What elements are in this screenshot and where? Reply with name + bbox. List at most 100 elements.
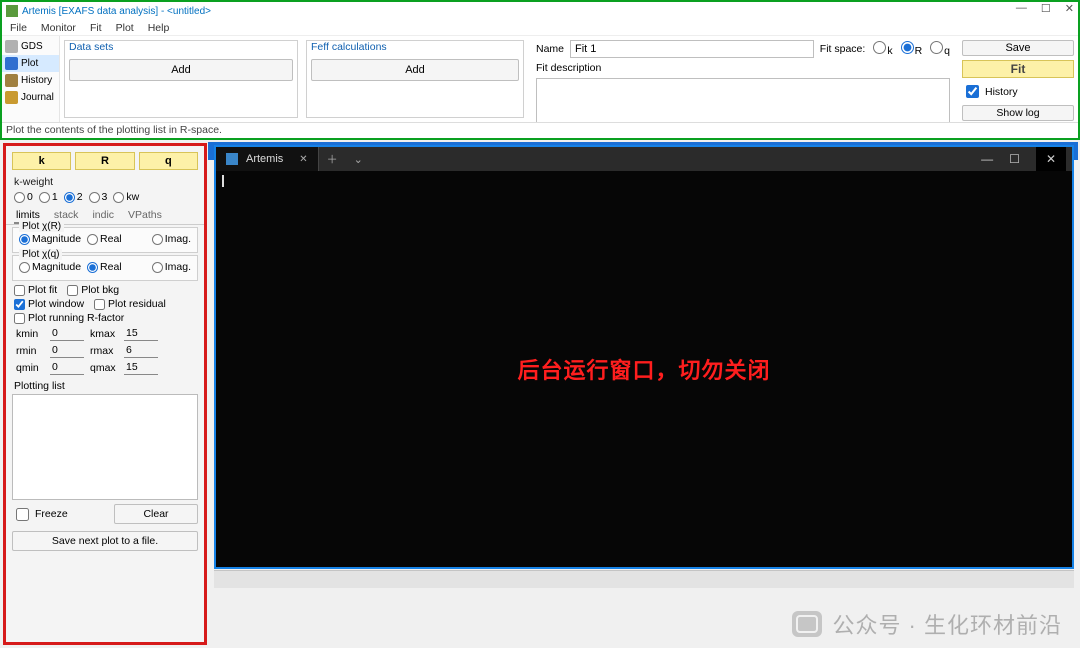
console-dropdown-icon[interactable]: ⌄ [346, 153, 371, 166]
menu-help[interactable]: Help [148, 22, 170, 34]
kweight-row: 0 1 2 3 kw [14, 190, 196, 204]
sidebar-label-journal: Journal [21, 92, 54, 103]
chir-mag[interactable]: Magnitude [19, 233, 81, 245]
console-tab-close-icon[interactable]: ✕ [299, 154, 307, 165]
clear-button[interactable]: Clear [114, 504, 198, 524]
chiq-mag[interactable]: Magnitude [19, 261, 81, 273]
journal-icon [5, 91, 18, 104]
tab-indic[interactable]: indic [90, 208, 116, 224]
gds-icon [5, 40, 18, 53]
right-column: Save Fit History Show log [958, 36, 1078, 122]
rmax-label: rmax [90, 345, 118, 357]
menu-file[interactable]: File [10, 22, 27, 34]
plot-r-button[interactable]: R [75, 152, 134, 170]
sidebar-item-journal[interactable]: Journal [2, 89, 59, 106]
fitspace-k[interactable]: k [869, 41, 892, 57]
plot-q-button[interactable]: q [139, 152, 198, 170]
fitspace-r[interactable]: R [897, 41, 923, 57]
sidebar-item-gds[interactable]: GDS [2, 38, 59, 55]
menu-plot[interactable]: Plot [116, 22, 134, 34]
qmax-label: qmax [90, 362, 118, 374]
kw-3[interactable]: 3 [89, 191, 108, 203]
console-titlebar[interactable]: Artemis ✕ ＋ ⌄ — ☐ ✕ [216, 147, 1072, 171]
menu-monitor[interactable]: Monitor [41, 22, 76, 34]
kmax-input[interactable] [124, 326, 158, 341]
console-tab-label: Artemis [246, 153, 283, 165]
chk-plotrf[interactable]: Plot running R-factor [14, 312, 124, 324]
menu-fit[interactable]: Fit [90, 22, 102, 34]
kw-kw[interactable]: kw [113, 191, 139, 203]
maximize-icon[interactable]: ☐ [1041, 2, 1051, 15]
plot-panel: k R q k-weight 0 1 2 3 kw limits stack i… [3, 143, 207, 645]
statusbar: Plot the contents of the plotting list i… [2, 122, 1078, 138]
rmax-input[interactable] [124, 343, 158, 358]
save-next-plot-button[interactable]: Save next plot to a file. [12, 531, 198, 551]
chir-real[interactable]: Real [87, 233, 122, 245]
chi-q-group: Plot χ(q) Magnitude Real Imag. [12, 255, 198, 281]
app-icon [6, 5, 18, 17]
close-icon[interactable]: ✕ [1065, 2, 1074, 15]
qmin-label: qmin [16, 362, 44, 374]
plot-k-button[interactable]: k [12, 152, 71, 170]
name-label: Name [536, 43, 564, 55]
sidebar-item-history[interactable]: History [2, 72, 59, 89]
console-minimize-icon[interactable]: — [981, 147, 993, 171]
chir-imag[interactable]: Imag. [152, 233, 191, 245]
chk-plotfit[interactable]: Plot fit [14, 284, 57, 296]
history-checkbox[interactable]: History [962, 82, 1074, 101]
chk-plotbkg[interactable]: Plot bkg [67, 284, 119, 296]
sidebar-item-plot[interactable]: Plot [2, 55, 59, 72]
fitspace-q[interactable]: q [926, 41, 950, 57]
fitspace-label: Fit space: [820, 43, 866, 55]
plotting-list[interactable] [12, 394, 198, 500]
fit-desc-textarea[interactable] [536, 78, 950, 126]
datasets-pane: Data sets Add [64, 40, 298, 118]
console-window: Artemis ✕ ＋ ⌄ — ☐ ✕ 后台运行窗口，切勿关闭 [214, 145, 1074, 569]
sidebar-label-gds: GDS [21, 41, 43, 52]
qmax-input[interactable] [124, 360, 158, 375]
titlebar: Artemis [EXAFS data analysis] - <untitle… [2, 2, 1078, 20]
wechat-icon [792, 611, 822, 637]
console-maximize-icon[interactable]: ☐ [1009, 147, 1020, 171]
taskbar-strip [214, 570, 1074, 588]
console-tab-icon [226, 153, 238, 165]
kmin-label: kmin [16, 328, 44, 340]
rmin-input[interactable] [50, 343, 84, 358]
fit-name-input[interactable] [570, 40, 814, 58]
artemis-main-window: Artemis [EXAFS data analysis] - <untitle… [0, 0, 1080, 140]
kmin-input[interactable] [50, 326, 84, 341]
fit-button[interactable]: Fit [962, 60, 1074, 78]
datasets-add-button[interactable]: Add [69, 59, 293, 81]
freeze-checkbox[interactable]: Freeze [12, 505, 68, 524]
tab-vpaths[interactable]: VPaths [126, 208, 164, 224]
console-cursor [222, 175, 224, 187]
plot-icon [5, 57, 18, 70]
kw-2[interactable]: 2 [64, 191, 83, 203]
chi-r-title: Plot χ(R) [19, 221, 64, 232]
kw-0[interactable]: 0 [14, 191, 33, 203]
chk-plotwin[interactable]: Plot window [14, 298, 84, 310]
kweight-label: k-weight [14, 176, 196, 188]
feff-add-button[interactable]: Add [311, 59, 519, 81]
sidebar-label-history: History [21, 75, 52, 86]
console-warning-text: 后台运行窗口，切勿关闭 [517, 353, 770, 385]
chiq-real[interactable]: Real [87, 261, 122, 273]
console-close-icon[interactable]: ✕ [1036, 147, 1066, 171]
rmin-label: rmin [16, 345, 44, 357]
watermark: 公众号 · 生化环材前沿 [792, 608, 1062, 640]
fit-desc-label: Fit description [536, 62, 950, 74]
kmax-label: kmax [90, 328, 118, 340]
console-body[interactable]: 后台运行窗口，切勿关闭 [216, 171, 1072, 567]
chk-plotres[interactable]: Plot residual [94, 298, 166, 310]
console-tab[interactable]: Artemis ✕ [216, 147, 319, 171]
kw-1[interactable]: 1 [39, 191, 58, 203]
qmin-input[interactable] [50, 360, 84, 375]
datasets-title: Data sets [65, 41, 297, 55]
minimize-icon[interactable]: — [1016, 2, 1027, 15]
showlog-button[interactable]: Show log [962, 105, 1074, 121]
window-title: Artemis [EXAFS data analysis] - <untitle… [22, 6, 211, 17]
save-button[interactable]: Save [962, 40, 1074, 56]
watermark-text: 公众号 · 生化环材前沿 [832, 608, 1062, 640]
chiq-imag[interactable]: Imag. [152, 261, 191, 273]
console-new-tab-icon[interactable]: ＋ [319, 151, 346, 167]
